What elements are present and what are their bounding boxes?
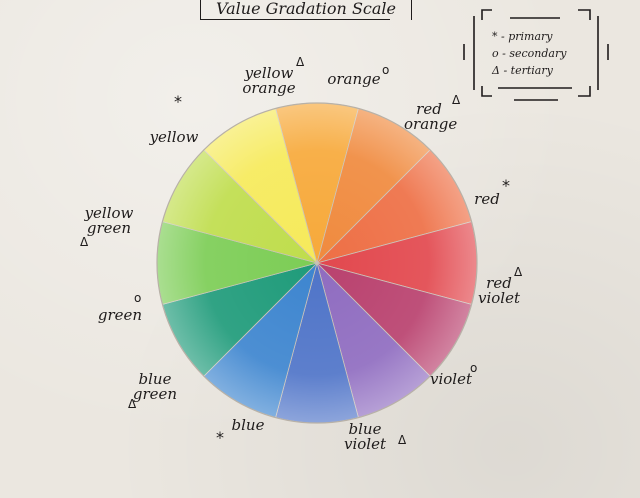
primary-symbol: * [502,176,510,195]
label-yellow-orange-text: yellow orange [242,64,296,97]
label-yellow-orange: yellow orange [234,66,304,96]
label-green: green [97,306,143,324]
label-red-orange: red orange [404,100,458,133]
tertiary-symbol: Δ [514,265,523,279]
label-red-violet: red violet [474,276,524,306]
primary-symbol: * [174,92,182,111]
tertiary-symbol: Δ [80,235,89,249]
label-violet: violet [429,370,472,388]
label-yellow: yellow [149,128,199,146]
label-yellow-green-text: yellow green [84,204,134,237]
legend-tertiary: Δ - tertiary [492,64,553,77]
label-red-orange-text: red orange [404,100,458,133]
legend-primary: * - primary [492,30,553,43]
secondary-symbol: o [382,63,390,77]
secondary-symbol: o [134,291,142,305]
tertiary-symbol: Δ [452,93,461,107]
legend-secondary: o - secondary [492,47,567,60]
tertiary-symbol: Δ [398,433,407,447]
label-blue: blue [231,416,265,434]
title-underline [200,19,390,20]
tertiary-symbol: Δ [128,397,137,411]
primary-symbol: * [216,428,224,447]
tertiary-symbol: Δ [296,55,305,69]
label-red: red [474,190,500,208]
label-orange: orange [327,70,381,88]
legend-box: * - primary o - secondary Δ - tertiary [462,3,612,106]
label-blue-green-text: blue green [132,370,178,403]
page-title: Value Gradation Scale [200,0,412,20]
label-blue-violet: blue violet [340,422,390,452]
label-yellow-green: yellow green [78,206,140,236]
secondary-symbol: o [470,361,478,375]
label-blue-violet-text: blue violet [343,420,386,453]
